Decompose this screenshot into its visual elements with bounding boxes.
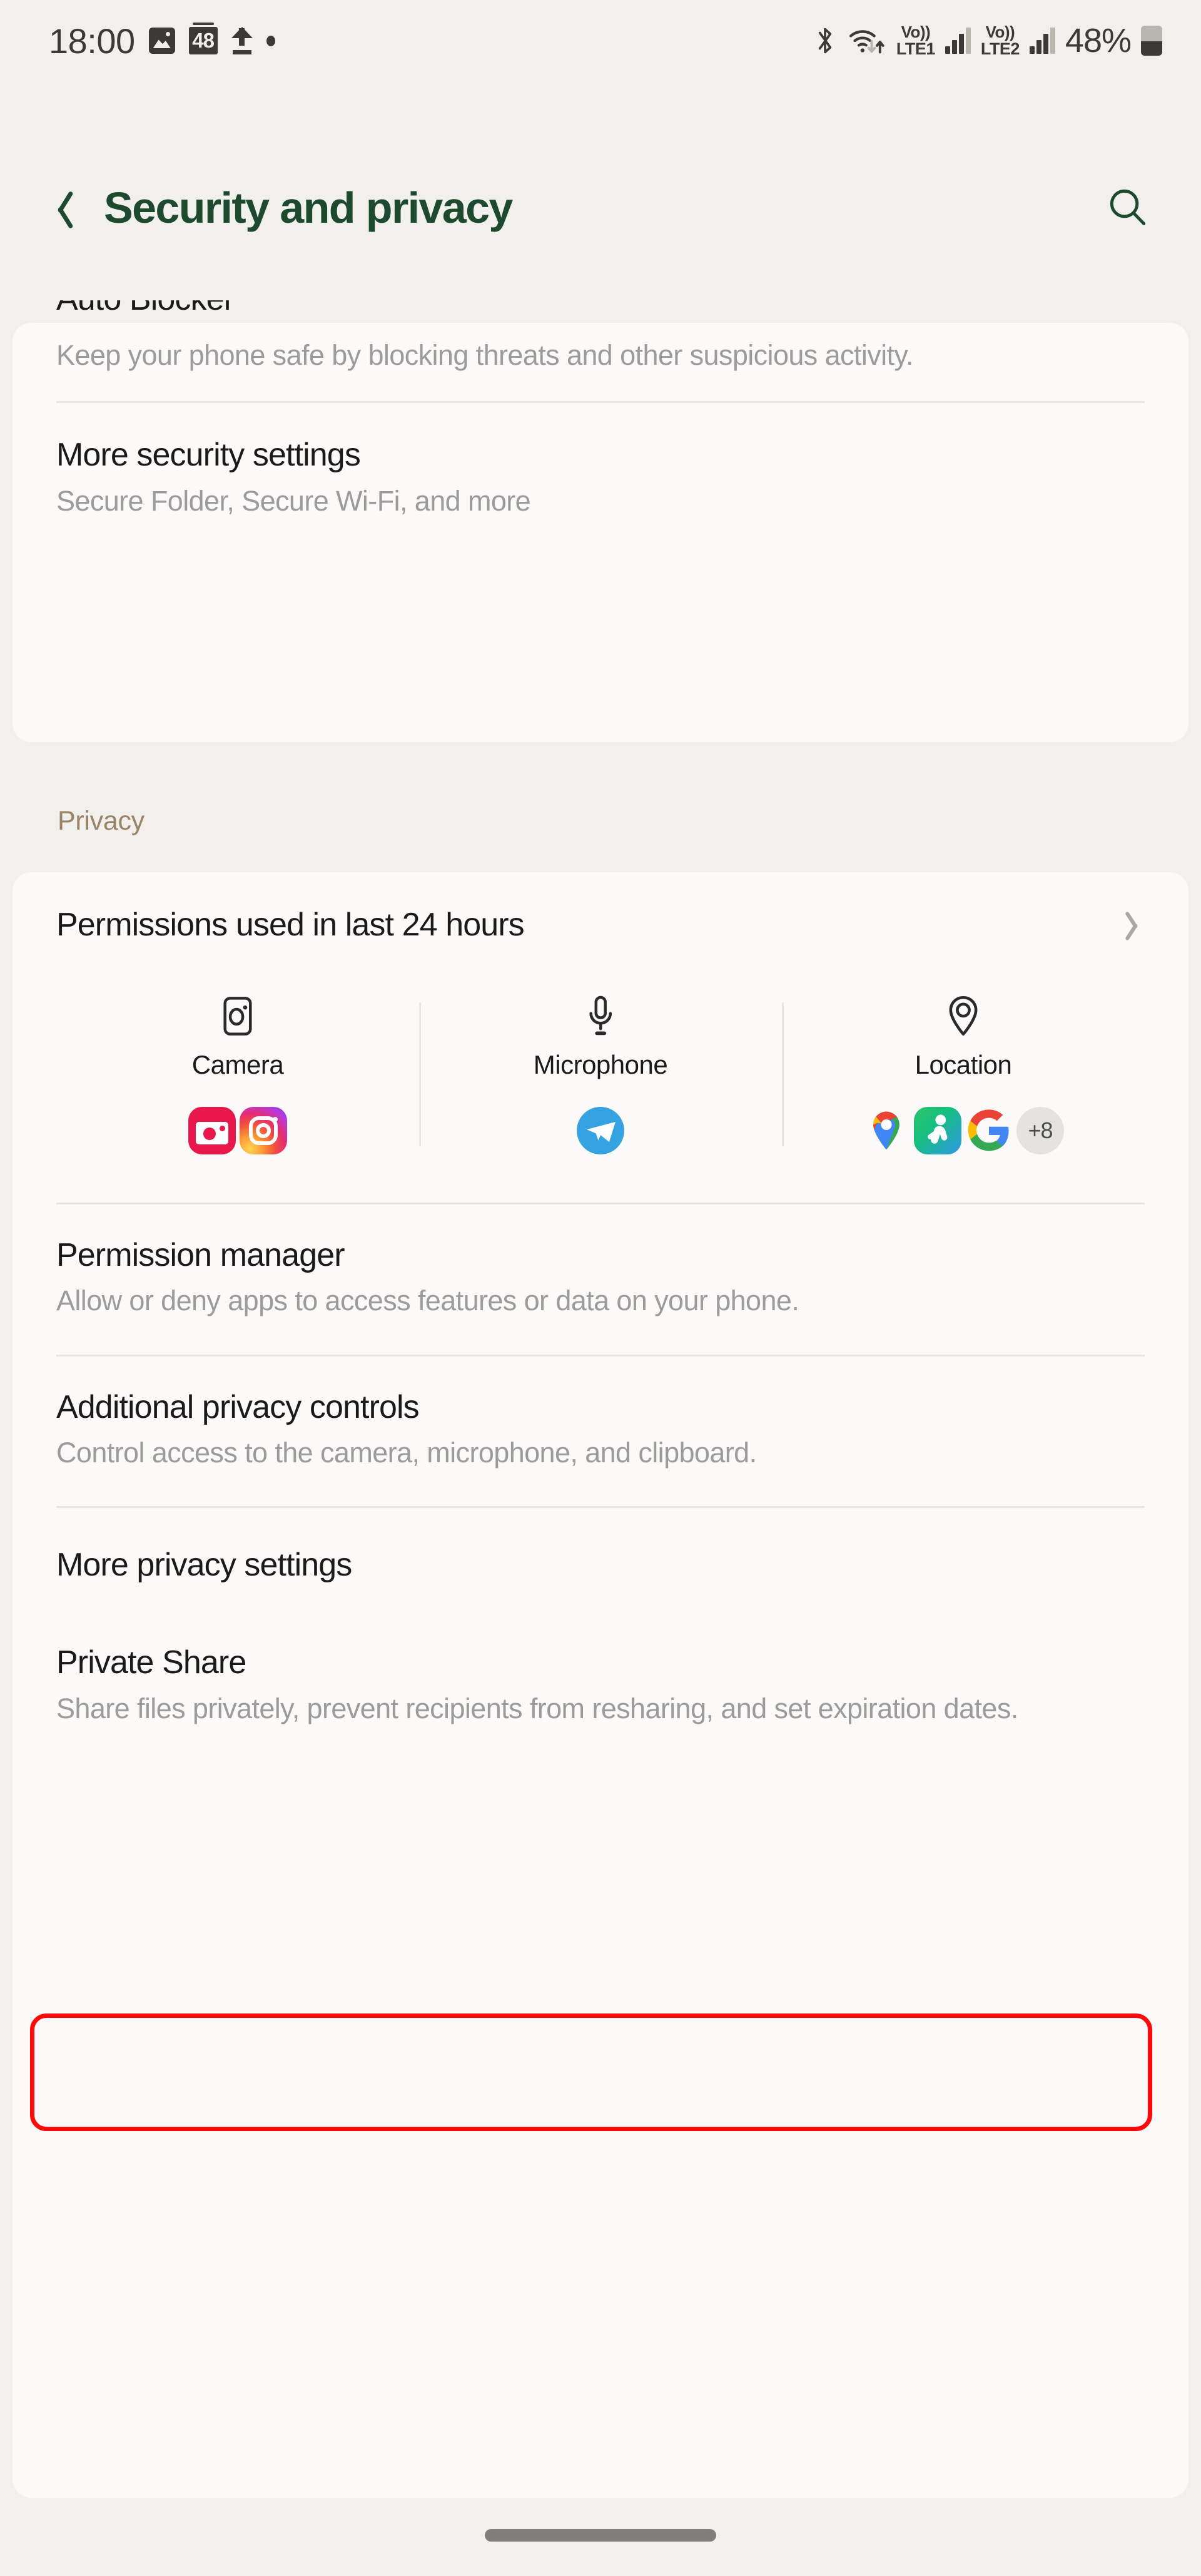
privacy-card: Permissions used in last 24 hours Camera — [13, 872, 1188, 2498]
camera-icon — [218, 992, 257, 1040]
more-privacy-settings-title: More privacy settings — [56, 1547, 352, 1584]
phone-screen: 18:00 48 Vo)) LTE1 Vo)) LTE2 48% Securit… — [0, 0, 1201, 2576]
additional-privacy-controls-title: Additional privacy controls — [56, 1388, 420, 1425]
private-share-title: Private Share — [56, 1644, 246, 1681]
back-button[interactable] — [30, 178, 90, 238]
chevron-left-icon — [49, 188, 71, 227]
auto-blocker-row[interactable]: Keep your phone safe by blocking threats… — [13, 323, 1188, 401]
permission-label-location: Location — [915, 1050, 1012, 1079]
permission-column-location[interactable]: Location +8 — [782, 992, 1145, 1156]
upload-icon — [231, 27, 253, 54]
status-bar: 18:00 48 Vo)) LTE1 Vo)) LTE2 48% — [0, 0, 1201, 81]
telegram-app-icon[interactable] — [577, 1107, 624, 1154]
permission-apps-camera — [188, 1105, 287, 1156]
battery-icon — [1141, 26, 1162, 56]
status-bar-left: 18:00 48 — [49, 21, 275, 61]
permission-column-camera[interactable]: Camera — [56, 992, 419, 1156]
permission-manager-subtitle: Allow or deny apps to access features or… — [56, 1285, 799, 1317]
more-security-settings-row[interactable]: More security settings Secure Folder, Se… — [13, 403, 1188, 557]
private-share-row[interactable]: Private Share Share files privately, pre… — [13, 1622, 1188, 1771]
volte2-lte-label: LTE2 — [980, 39, 1020, 58]
volte1-icon: Vo)) LTE1 — [896, 23, 936, 58]
photo-icon — [148, 28, 175, 54]
permission-manager-row[interactable]: Permission manager Allow or deny apps to… — [13, 1204, 1188, 1355]
more-security-settings-title: More security settings — [56, 437, 361, 474]
signal2-icon — [1029, 28, 1055, 54]
permission-apps-microphone — [577, 1105, 624, 1156]
volte2-icon: Vo)) LTE2 — [981, 24, 1020, 58]
dot-icon — [266, 35, 275, 46]
google-maps-app-icon[interactable] — [863, 1107, 910, 1154]
private-share-subtitle: Share files privately, prevent recipient… — [56, 1692, 1018, 1724]
instagram-app-icon[interactable] — [240, 1107, 287, 1154]
camera-app-icon[interactable] — [188, 1107, 236, 1154]
security-card: Keep your phone safe by blocking threats… — [13, 323, 1188, 742]
status-clock: 18:00 — [49, 21, 135, 61]
permission-apps-location: +8 — [863, 1105, 1064, 1156]
auto-blocker-title-clipped: Auto Blocker — [56, 300, 494, 323]
permission-label-camera: Camera — [191, 1050, 284, 1079]
battery-percent-label: 48% — [1065, 22, 1132, 59]
app-bar: Security and privacy — [0, 158, 1201, 258]
signal1-icon — [945, 28, 971, 54]
chevron-right-icon — [1128, 909, 1145, 940]
permissions-columns: Camera Microphone Location +8 — [13, 977, 1188, 1163]
additional-privacy-controls-row[interactable]: Additional privacy controls Control acce… — [13, 1357, 1188, 1507]
permissions-used-title: Permissions used in last 24 hours — [56, 906, 525, 943]
wifi-icon — [849, 30, 884, 54]
permission-manager-title: Permission manager — [56, 1237, 345, 1273]
page-title: Security and privacy — [104, 183, 513, 232]
additional-privacy-controls-subtitle: Control access to the camera, microphone… — [56, 1436, 757, 1469]
permission-label-microphone: Microphone — [533, 1050, 668, 1079]
status-bar-right: Vo)) LTE1 Vo)) LTE2 48% — [813, 21, 1162, 60]
home-gesture-pill[interactable] — [485, 2529, 716, 2542]
volte1-vo-label: Vo)) — [901, 23, 931, 41]
location-overflow-count[interactable]: +8 — [1016, 1107, 1064, 1154]
badge-48-icon: 48 — [188, 23, 218, 54]
microphone-icon — [582, 992, 619, 1040]
search-icon — [1110, 189, 1146, 225]
permission-column-microphone[interactable]: Microphone — [419, 992, 782, 1156]
volte2-vo-label: Vo)) — [985, 23, 1015, 41]
search-button[interactable] — [1093, 173, 1162, 242]
google-app-icon[interactable] — [965, 1107, 1013, 1154]
google-fit-app-icon[interactable] — [914, 1107, 961, 1154]
bluetooth-icon — [818, 28, 832, 54]
permissions-used-row[interactable]: Permissions used in last 24 hours — [13, 872, 1188, 977]
volte1-lte-label: LTE1 — [896, 39, 936, 58]
privacy-section-label: Privacy — [58, 806, 144, 836]
location-pin-icon — [945, 992, 981, 1040]
more-security-settings-subtitle: Secure Folder, Secure Wi-Fi, and more — [56, 484, 531, 517]
auto-blocker-subtitle: Keep your phone safe by blocking threats… — [56, 339, 914, 371]
more-privacy-settings-row[interactable]: More privacy settings — [13, 1508, 1188, 1622]
